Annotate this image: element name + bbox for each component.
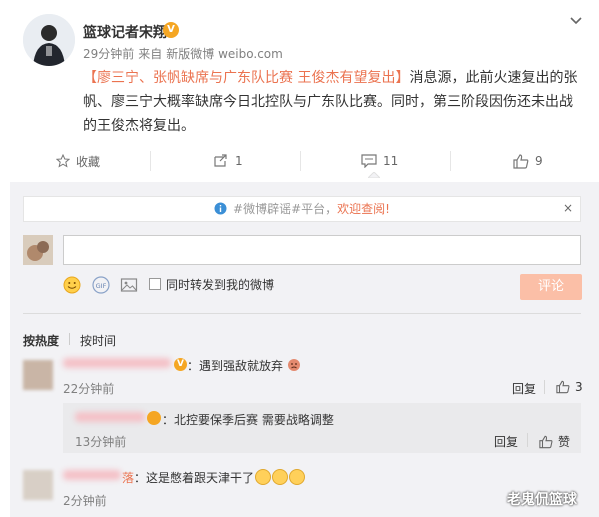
reply-like-button[interactable]: 赞 xyxy=(539,433,570,450)
reply-time: 13分钟前 xyxy=(75,435,127,449)
comment-button[interactable]: 11 xyxy=(361,151,398,171)
comment-time: 22分钟前 xyxy=(63,382,115,396)
sad-face-icon xyxy=(287,359,300,371)
favorite-label: 收藏 xyxy=(76,154,101,169)
info-icon xyxy=(214,202,227,215)
notice-text: #微博辟谣#平台， xyxy=(233,202,338,216)
image-icon[interactable] xyxy=(120,276,138,294)
sort-by-hot-tab[interactable]: 按热度 xyxy=(23,332,59,349)
like-icon xyxy=(539,435,553,448)
reply-author-name[interactable] xyxy=(75,412,145,422)
comment-input[interactable] xyxy=(63,235,581,265)
sort-by-time-tab[interactable]: 按时间 xyxy=(80,332,116,349)
post-topic-link[interactable]: 【廖三宁、张帆缺席与广东队比赛 王俊杰有望复出】 xyxy=(83,70,409,86)
divider xyxy=(23,313,581,314)
close-icon[interactable]: × xyxy=(563,201,575,215)
from-label: 来自 xyxy=(138,47,163,61)
emoji-icon[interactable] xyxy=(63,276,81,294)
like-count: 9 xyxy=(535,154,543,168)
like-button[interactable]: 9 xyxy=(513,151,543,171)
comment-text: ：这是憋着跟天津干了 xyxy=(134,469,306,486)
laugh-cry-icon xyxy=(272,469,289,485)
reply-button[interactable]: 回复 xyxy=(494,433,518,450)
laugh-cry-icon xyxy=(255,469,272,485)
comment-like-button[interactable]: 3 xyxy=(556,380,583,394)
reply-text: ：北控要保季后赛 需要战略调整 xyxy=(162,413,334,427)
commenter-name[interactable] xyxy=(63,470,121,480)
author-name[interactable]: 篮球记者宋翔 xyxy=(83,22,167,42)
post-source[interactable]: 新版微博 weibo.com xyxy=(166,47,283,61)
comment-icon xyxy=(361,154,377,168)
forward-label[interactable]: 同时转发到我的微博 xyxy=(166,276,274,293)
comment-text-content: ：遇到强敌就放弃 xyxy=(187,359,284,373)
post-action-bar: 收藏 1 11 9 xyxy=(0,145,599,178)
svg-text:GIF: GIF xyxy=(96,282,107,290)
active-tab-pointer xyxy=(368,172,380,178)
sort-divider xyxy=(69,333,70,345)
vip-badge-icon xyxy=(147,411,161,425)
commenter-avatar[interactable] xyxy=(23,470,53,500)
chevron-down-icon[interactable] xyxy=(568,12,584,28)
my-avatar xyxy=(23,235,53,265)
vip-badge-icon: V xyxy=(174,358,187,371)
post-body: 【廖三宁、张帆缺席与广东队比赛 王俊杰有望复出】消息源，此前火速复出的张帆、廖三… xyxy=(83,66,583,138)
action-divider xyxy=(450,151,451,171)
star-icon xyxy=(56,154,70,168)
vip-badge-icon: V xyxy=(163,22,179,38)
commenter-name[interactable] xyxy=(63,358,171,368)
notice-link[interactable]: 欢迎查阅! xyxy=(337,202,390,216)
like-icon xyxy=(513,153,529,169)
comment-text-content: ：这是憋着跟天津干了 xyxy=(134,471,255,485)
reply-button[interactable]: 回复 xyxy=(512,380,536,397)
action-divider xyxy=(527,433,528,447)
comment-panel xyxy=(10,182,599,517)
laugh-cry-icon xyxy=(289,469,306,485)
comment-text: ：遇到强敌就放弃 xyxy=(187,357,301,374)
rumor-notice[interactable]: #微博辟谣#平台，欢迎查阅! xyxy=(23,196,581,222)
repost-button[interactable]: 1 xyxy=(213,151,243,171)
repost-count: 1 xyxy=(235,154,243,168)
watermark: 老鬼侃篮球 xyxy=(507,492,577,508)
submit-comment-button[interactable]: 评论 xyxy=(520,274,582,300)
action-divider xyxy=(544,380,545,394)
reply-like-label: 赞 xyxy=(558,435,571,449)
commenter-name-tail[interactable]: 落 xyxy=(122,469,134,486)
favorite-button[interactable]: 收藏 xyxy=(56,151,100,171)
comment-time: 2分钟前 xyxy=(63,494,107,508)
gif-icon[interactable]: GIF xyxy=(92,276,110,294)
post-meta: 29分钟前 来自 新版微博 weibo.com xyxy=(83,45,287,62)
action-divider xyxy=(150,151,151,171)
post-time[interactable]: 29分钟前 xyxy=(83,47,134,61)
like-icon xyxy=(556,380,570,394)
comment-count: 11 xyxy=(383,154,399,168)
author-avatar[interactable] xyxy=(23,14,75,66)
comment-like-count: 3 xyxy=(575,380,583,394)
commenter-avatar[interactable] xyxy=(23,360,53,390)
forward-checkbox[interactable] xyxy=(149,278,161,290)
action-divider xyxy=(300,151,301,171)
repost-icon xyxy=(214,154,227,167)
